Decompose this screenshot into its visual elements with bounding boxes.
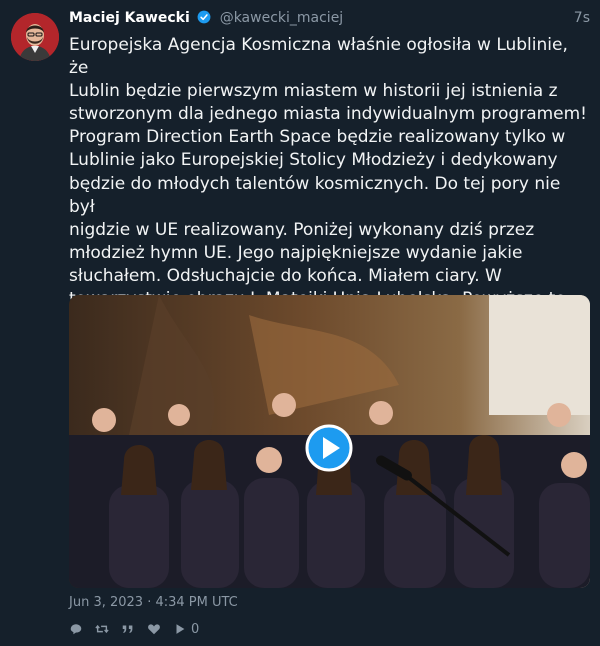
retweet-icon	[95, 624, 109, 634]
video-thumbnail[interactable]	[69, 295, 590, 588]
retweet-button[interactable]	[95, 622, 109, 636]
relative-time[interactable]: 7s	[574, 10, 590, 26]
author-handle[interactable]: @kawecki_maciej	[220, 10, 344, 26]
verified-icon	[197, 10, 211, 24]
play-count: 0	[191, 621, 200, 637]
like-button[interactable]	[147, 622, 161, 636]
views-icon	[176, 624, 185, 634]
quote-button[interactable]	[121, 622, 135, 636]
quote-icon	[122, 625, 133, 633]
reply-icon	[70, 624, 82, 635]
author-name[interactable]: Maciej Kawecki	[69, 10, 190, 26]
views-button[interactable]: 0	[173, 622, 199, 637]
tweet-header: Maciej Kawecki @kawecki_maciej 7s	[69, 10, 590, 32]
like-icon	[148, 624, 160, 635]
tweet-text: Europejska Agencja Kosmiczna właśnie ogł…	[69, 35, 588, 332]
play-icon[interactable]	[304, 423, 354, 473]
tweet: Maciej Kawecki @kawecki_maciej 7s Europe…	[0, 0, 600, 646]
tweet-date[interactable]: Jun 3, 2023 · 4:34 PM UTC	[69, 595, 238, 610]
avatar[interactable]	[11, 13, 59, 61]
action-bar: 0	[69, 620, 211, 638]
reply-button[interactable]	[69, 622, 83, 636]
